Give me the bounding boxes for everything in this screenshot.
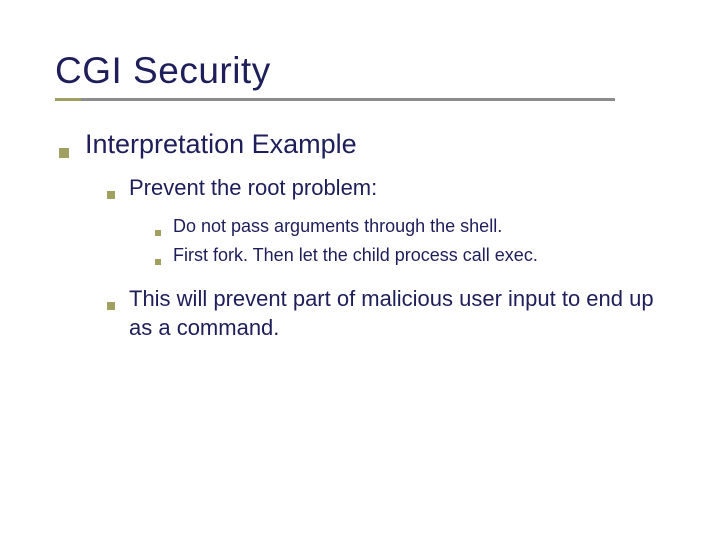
title-block: CGI Security <box>55 50 665 101</box>
slide-title: CGI Security <box>55 50 665 92</box>
square-bullet-icon <box>155 230 161 236</box>
bullet-level2: Prevent the root problem: <box>107 174 665 203</box>
bullet-text: Prevent the root problem: <box>129 174 377 203</box>
bullet-level3: First fork. Then let the child process c… <box>155 244 665 267</box>
square-bullet-icon <box>107 302 115 310</box>
slide: CGI Security Interpretation Example Prev… <box>0 0 720 395</box>
square-bullet-icon <box>155 259 161 265</box>
bullet-level3: Do not pass arguments through the shell. <box>155 215 665 238</box>
title-underline <box>55 98 615 101</box>
bullet-text: This will prevent part of malicious user… <box>129 285 665 342</box>
square-bullet-icon <box>59 148 69 158</box>
bullet-text: Do not pass arguments through the shell. <box>173 215 502 238</box>
bullet-level1: Interpretation Example <box>59 129 665 160</box>
bullet-level2: This will prevent part of malicious user… <box>107 285 665 342</box>
bullet-text: Interpretation Example <box>85 129 357 160</box>
square-bullet-icon <box>107 191 115 199</box>
bullet-text: First fork. Then let the child process c… <box>173 244 538 267</box>
